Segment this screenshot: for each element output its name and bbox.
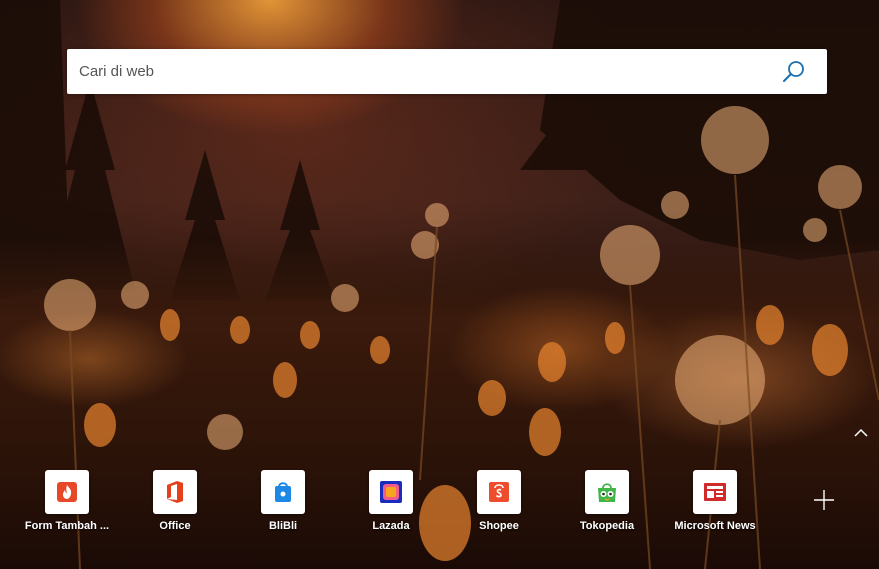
tile-label: Form Tambah ... xyxy=(24,520,110,532)
tile-label: Office xyxy=(159,520,191,532)
tile-icon-box xyxy=(153,470,197,514)
add-quick-link-button[interactable] xyxy=(812,488,836,512)
tile-label: Tokopedia xyxy=(579,520,635,532)
tile-icon-box xyxy=(261,470,305,514)
tile-label: Shopee xyxy=(479,520,519,532)
search-icon xyxy=(783,61,804,82)
tile-label: Microsoft News xyxy=(674,520,756,532)
tokopedia-icon xyxy=(598,483,616,502)
quick-link-office[interactable]: Office xyxy=(121,470,229,540)
news-icon xyxy=(704,483,726,501)
tile-label: Lazada xyxy=(372,520,410,532)
collapse-button[interactable] xyxy=(852,424,870,442)
tile-label: BliBli xyxy=(268,520,298,532)
search-button[interactable] xyxy=(781,59,807,85)
tile-icon-box xyxy=(45,470,89,514)
plus-icon xyxy=(814,490,834,510)
chevron-up-icon xyxy=(854,428,868,437)
tile-icon-box xyxy=(369,470,413,514)
quick-link-form-tambah[interactable]: Form Tambah ... xyxy=(13,470,121,540)
quick-links: Form Tambah ... Office BliBli Lazada Sho… xyxy=(0,470,879,540)
fire-icon xyxy=(57,482,77,502)
quick-link-lazada[interactable]: Lazada xyxy=(337,470,445,540)
shopee-icon xyxy=(489,482,509,502)
tile-icon-box xyxy=(693,470,737,514)
tile-icon-box xyxy=(477,470,521,514)
quick-link-tokopedia[interactable]: Tokopedia xyxy=(553,470,661,540)
quick-link-blibli[interactable]: BliBli xyxy=(229,470,337,540)
web-search-box xyxy=(67,49,827,94)
quick-link-shopee[interactable]: Shopee xyxy=(445,470,553,540)
search-input[interactable] xyxy=(67,49,767,94)
blibli-icon xyxy=(275,482,291,502)
quick-link-microsoft-news[interactable]: Microsoft News xyxy=(661,470,769,540)
tile-icon-box xyxy=(585,470,629,514)
lazada-icon xyxy=(380,481,402,503)
office-icon xyxy=(167,481,183,503)
